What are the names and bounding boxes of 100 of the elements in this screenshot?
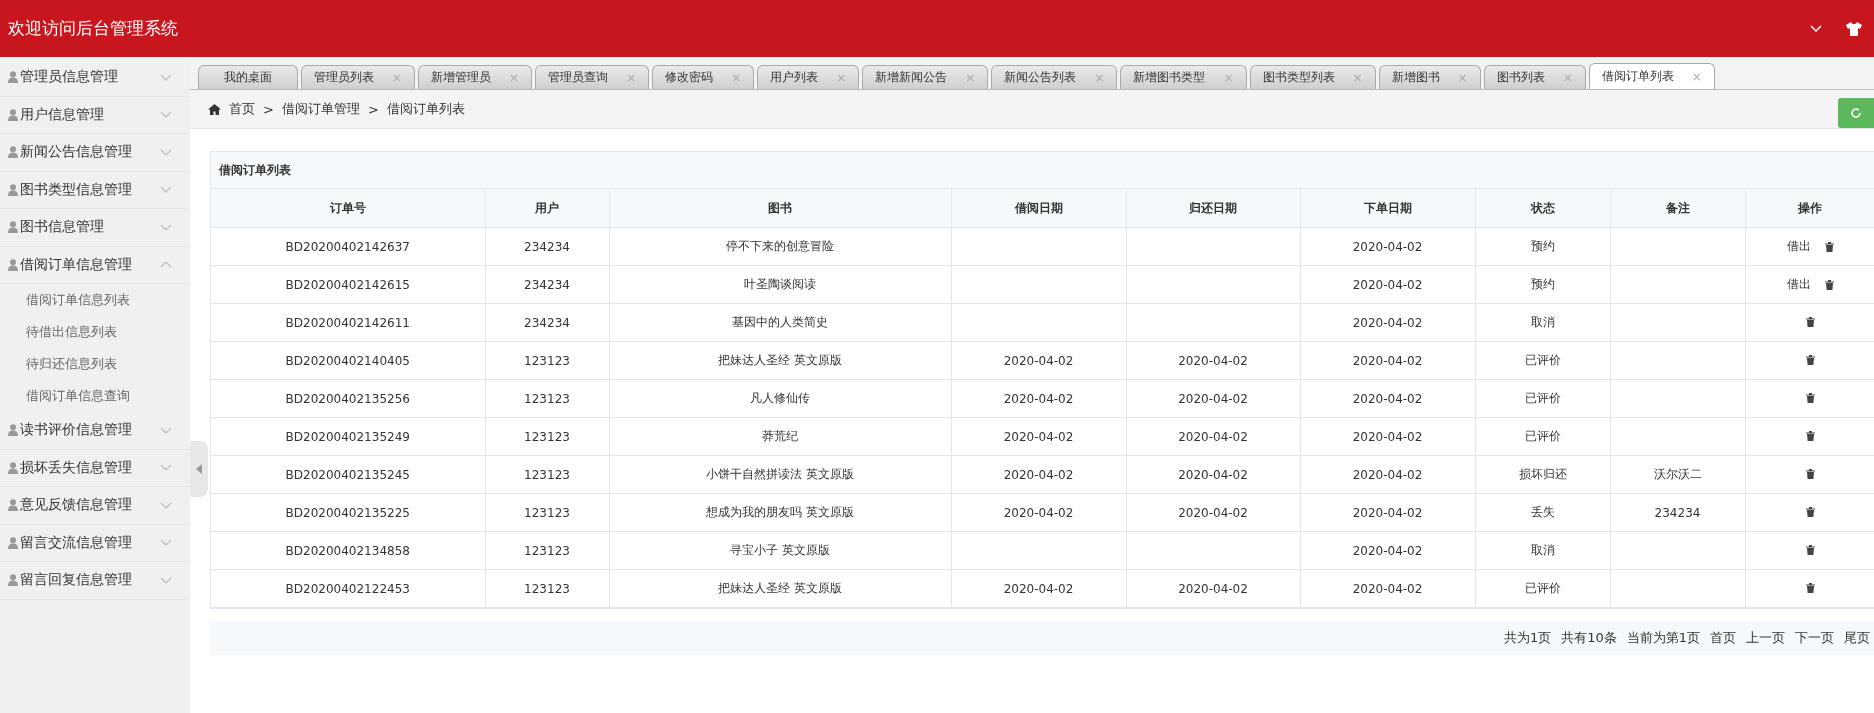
table-cell: 123123 [485, 417, 609, 456]
table-cell: 2020-04-02 [1126, 417, 1300, 456]
table-cell: 2020-04-02 [951, 569, 1126, 608]
table-cell: 2020-04-02 [951, 341, 1126, 380]
table-cell: 停不下来的创意冒险 [609, 227, 951, 266]
trash-icon[interactable] [1805, 468, 1815, 479]
pagination-link[interactable]: 下一页 [1795, 629, 1834, 647]
table-cell: 2020-04-02 [951, 455, 1126, 494]
table-cell: BD20200402135256 [211, 379, 485, 418]
table-cell: BD20200402142611 [211, 303, 485, 342]
sidebar-subitem[interactable]: 借阅订单信息查询 [0, 380, 190, 412]
collapse-handle[interactable] [190, 441, 208, 497]
table-cell: BD20200402122453 [211, 569, 485, 608]
tab[interactable]: 修改密码 × [652, 65, 755, 89]
tab[interactable]: 管理员列表 × [301, 65, 416, 89]
table-cell: 把妹达人圣经 英文原版 [609, 341, 951, 380]
tab[interactable]: 新增管理员 × [418, 65, 533, 89]
column-header: 下单日期 [1300, 189, 1475, 228]
pagination-link[interactable]: 首页 [1710, 629, 1736, 647]
trash-icon[interactable] [1805, 316, 1815, 327]
trash-icon[interactable] [1805, 430, 1815, 441]
trash-icon[interactable] [1805, 354, 1815, 365]
table-cell: 123123 [485, 493, 609, 532]
chevron-down-icon[interactable] [1810, 24, 1822, 33]
table-cell: 2020-04-02 [951, 417, 1126, 456]
tab[interactable]: 新增图书 × [1378, 65, 1481, 89]
column-header: 归还日期 [1126, 189, 1300, 228]
table-cell: 已评价 [1475, 379, 1610, 418]
pagination-link[interactable]: 上一页 [1746, 629, 1785, 647]
table-cell: 123123 [485, 455, 609, 494]
table-cell: 123123 [485, 379, 609, 418]
table-cell: 2020-04-02 [1300, 303, 1475, 342]
tab[interactable]: 借阅订单列表 × [1588, 63, 1715, 89]
person-icon [8, 71, 18, 84]
tab[interactable]: 用户列表 × [757, 65, 860, 89]
table-cell: 想成为我的朋友吗 英文原版 [609, 493, 951, 532]
breadcrumb-link[interactable]: 借阅订单管理 [281, 100, 360, 118]
tab[interactable]: 新增新闻公告 × [862, 65, 989, 89]
table-cell: 已评价 [1475, 417, 1610, 456]
table-cell: BD20200402135245 [211, 455, 485, 494]
tab[interactable]: 新闻公告列表 × [991, 65, 1118, 89]
person-icon [8, 424, 18, 437]
tab[interactable]: 新增图书类型 × [1120, 65, 1247, 89]
tab[interactable]: 图书列表 × [1483, 65, 1586, 89]
breadcrumb-separator: > [367, 101, 379, 117]
column-header: 状态 [1475, 189, 1610, 228]
breadcrumb-link[interactable]: 首页 [229, 100, 255, 118]
table-cell: BD20200402142615 [211, 265, 485, 304]
breadcrumb-link[interactable]: 借阅订单列表 [386, 100, 465, 118]
caret-left-icon [196, 464, 202, 474]
refresh-icon [1850, 107, 1862, 119]
sidebar-subitem[interactable]: 借阅订单信息列表 [0, 284, 190, 316]
person-icon [8, 183, 18, 196]
table-cell: 取消 [1475, 303, 1610, 342]
trash-icon[interactable] [1805, 582, 1815, 593]
table-cell: 2020-04-02 [1300, 379, 1475, 418]
trash-icon[interactable] [1824, 241, 1834, 252]
lend-link[interactable]: 借出 [1786, 238, 1811, 255]
shirt-icon[interactable] [1846, 21, 1862, 36]
tab[interactable]: 管理员查询 × [535, 65, 650, 89]
table-cell: BD20200402142637 [211, 227, 485, 266]
sidebar-subitem[interactable]: 待归还信息列表 [0, 348, 190, 380]
home-icon [208, 103, 221, 115]
person-icon [8, 146, 18, 159]
table-cell: 寻宝小子 英文原版 [609, 531, 951, 570]
column-header: 操作 [1745, 189, 1874, 228]
table-cell: 预约 [1475, 265, 1610, 304]
tab[interactable]: 图书类型列表 × [1249, 65, 1376, 89]
person-icon [8, 258, 18, 271]
pagination-info: 共有10条 [1561, 629, 1617, 647]
table-cell: 2020-04-02 [1300, 493, 1475, 532]
pagination-link[interactable]: 尾页 [1844, 629, 1870, 647]
table-cell: BD20200402135249 [211, 417, 485, 456]
table-cell: 已评价 [1475, 341, 1610, 380]
table-cell: 取消 [1475, 531, 1610, 570]
table-cell: 123123 [485, 341, 609, 380]
trash-icon[interactable] [1805, 544, 1815, 555]
column-header: 备注 [1610, 189, 1745, 228]
table-cell: 2020-04-02 [1126, 455, 1300, 494]
tab[interactable]: 我的桌面 [198, 65, 298, 89]
table-cell: 莽荒纪 [609, 417, 951, 456]
column-header: 图书 [609, 189, 951, 228]
table-cell: 2020-04-02 [1300, 531, 1475, 570]
table-cell: 2020-04-02 [1126, 569, 1300, 608]
trash-icon[interactable] [1824, 279, 1834, 290]
trash-icon[interactable] [1805, 392, 1815, 403]
table-cell: BD20200402140405 [211, 341, 485, 380]
lend-link[interactable]: 借出 [1786, 276, 1811, 293]
person-icon [8, 536, 18, 549]
pagination-info: 共为1页 [1503, 629, 1552, 647]
sidebar-subitem[interactable]: 待借出信息列表 [0, 316, 190, 348]
table-cell: 2020-04-02 [1300, 227, 1475, 266]
table-cell: BD20200402135225 [211, 493, 485, 532]
table-cell: 凡人修仙传 [609, 379, 951, 418]
trash-icon[interactable] [1805, 506, 1815, 517]
column-header: 借阅日期 [951, 189, 1126, 228]
table-cell: 2020-04-02 [951, 379, 1126, 418]
table-cell: 2020-04-02 [951, 493, 1126, 532]
column-header: 订单号 [211, 189, 485, 228]
table-cell: 预约 [1475, 227, 1610, 266]
